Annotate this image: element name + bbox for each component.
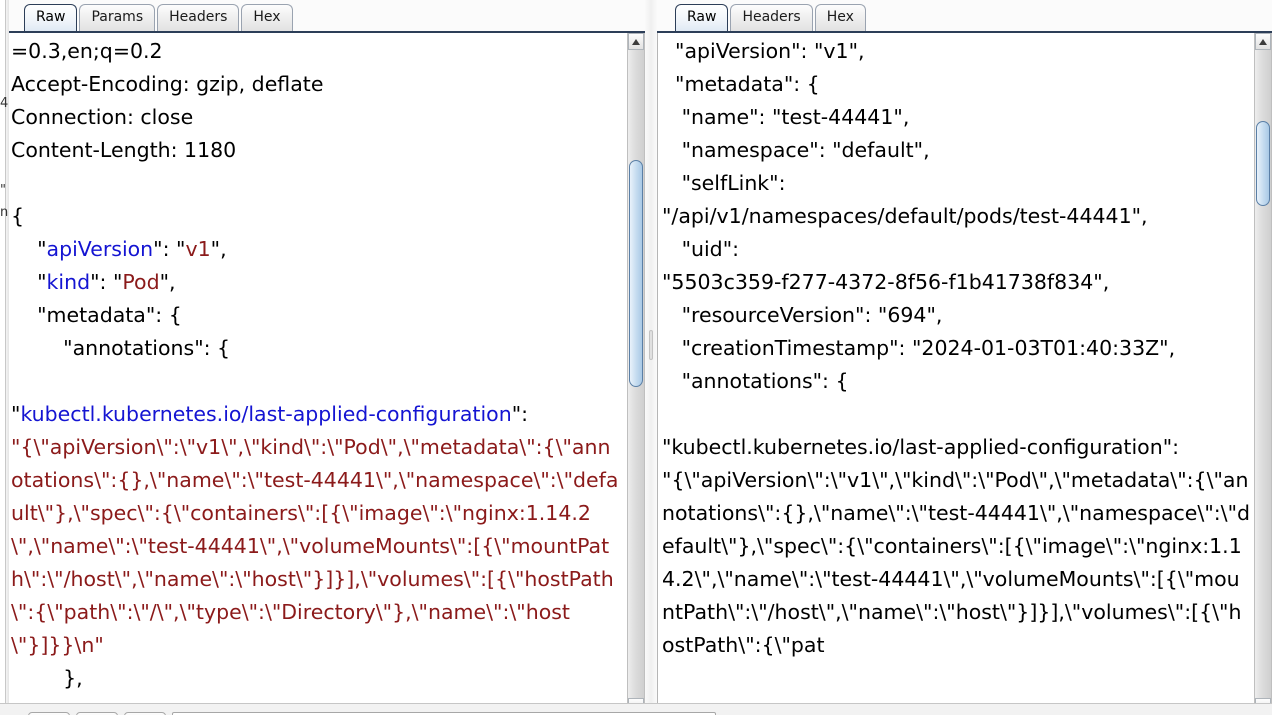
tab-hex[interactable]: Hex xyxy=(241,4,293,31)
code-span: ": " xyxy=(90,270,123,294)
code-line: "apiVersion": "v1", xyxy=(11,233,621,266)
search-toolbar-inner xyxy=(0,703,1272,715)
tab-params[interactable]: Params xyxy=(79,4,156,31)
splitter-grip[interactable] xyxy=(649,330,653,360)
code-span: Pod xyxy=(122,270,160,294)
code-span: Connection: close xyxy=(11,105,194,129)
viewer-root: 4 " n Raw Params Headers Hex =0.3,en;q=0… xyxy=(0,0,1272,715)
code-line: { xyxy=(11,200,621,233)
toolbar-button-2[interactable] xyxy=(76,711,118,715)
code-span: " xyxy=(11,270,47,294)
code-line: "kubectl.kubernetes.io/last-applied-conf… xyxy=(11,398,621,431)
gutter-fragment: " xyxy=(0,183,6,198)
tab-raw[interactable]: Raw xyxy=(24,4,78,31)
response-vertical-scrollbar[interactable] xyxy=(1254,33,1272,715)
left-edge-gutter: 4 " n xyxy=(0,0,9,715)
code-span: Accept-Encoding: gzip, deflate xyxy=(11,72,324,96)
response-panel: Raw Headers Hex "apiVersion": "v1", "met… xyxy=(657,0,1272,715)
code-line: }, xyxy=(11,662,621,695)
code-line: Accept-Encoding: gzip, deflate xyxy=(11,68,621,101)
search-input[interactable] xyxy=(172,711,716,715)
response-tab-bar: Raw Headers Hex xyxy=(657,0,1272,33)
tab-headers[interactable]: Headers xyxy=(157,4,240,31)
gutter-fragment: n xyxy=(0,205,9,220)
scroll-up-arrow-icon[interactable] xyxy=(1255,33,1271,50)
search-toolbar xyxy=(0,703,1272,715)
code-span: "annotations": { xyxy=(11,336,231,360)
response-text-area[interactable]: "apiVersion": "v1", "metadata": { "name"… xyxy=(657,33,1272,715)
code-line: "annotations": { xyxy=(11,332,621,365)
code-span: ": xyxy=(511,402,535,426)
code-span: "{\"apiVersion\":\"v1\",\"kind\":\"Pod\"… xyxy=(11,435,619,657)
code-span: kind xyxy=(46,270,91,294)
code-span: v1 xyxy=(185,237,211,261)
code-span: =0.3,en;q=0.2 xyxy=(11,39,163,63)
panel-splitter[interactable] xyxy=(645,0,657,715)
request-vertical-scrollbar[interactable] xyxy=(627,33,645,715)
code-span: ", xyxy=(159,270,176,294)
code-span: Content-Length: 1180 xyxy=(11,138,237,162)
code-line: Content-Length: 1180 xyxy=(11,134,621,167)
code-line: "metadata": { xyxy=(11,299,621,332)
tab-hex[interactable]: Hex xyxy=(814,4,866,31)
code-line: Connection: close xyxy=(11,101,621,134)
code-span: "metadata": { xyxy=(11,303,182,327)
code-line: "kind": "Pod", xyxy=(11,266,621,299)
code-span: " xyxy=(11,237,47,261)
request-panel: Raw Params Headers Hex =0.3,en;q=0.2 Acce… xyxy=(6,0,645,715)
code-line: "{\"apiVersion\":\"v1\",\"kind\":\"Pod\"… xyxy=(11,431,621,662)
code-span: }, xyxy=(11,666,83,690)
request-text-area[interactable]: =0.3,en;q=0.2 Accept-Encoding: gzip, defl… xyxy=(6,33,645,715)
toolbar-button-3[interactable] xyxy=(124,711,166,715)
code-span: kubectl.kubernetes.io/last-applied-confi… xyxy=(20,402,512,426)
request-tab-bar: Raw Params Headers Hex xyxy=(6,0,645,33)
request-body-text[interactable]: =0.3,en;q=0.2 Accept-Encoding: gzip, defl… xyxy=(11,35,621,695)
code-span: { xyxy=(11,204,25,228)
code-span: ", xyxy=(210,237,227,261)
tab-raw[interactable]: Raw xyxy=(675,4,729,31)
gutter-fragment: 4 xyxy=(0,96,9,111)
scrollbar-thumb[interactable] xyxy=(629,160,643,387)
toolbar-button-1[interactable] xyxy=(28,711,70,715)
code-span: ": " xyxy=(153,237,186,261)
code-line: =0.3,en;q=0.2 xyxy=(11,35,621,68)
response-body-text[interactable]: "apiVersion": "v1", "metadata": { "name"… xyxy=(662,35,1250,662)
tab-headers[interactable]: Headers xyxy=(730,4,813,31)
scroll-up-arrow-icon[interactable] xyxy=(628,33,644,50)
scrollbar-thumb[interactable] xyxy=(1256,121,1270,206)
code-span: apiVersion xyxy=(46,237,154,261)
